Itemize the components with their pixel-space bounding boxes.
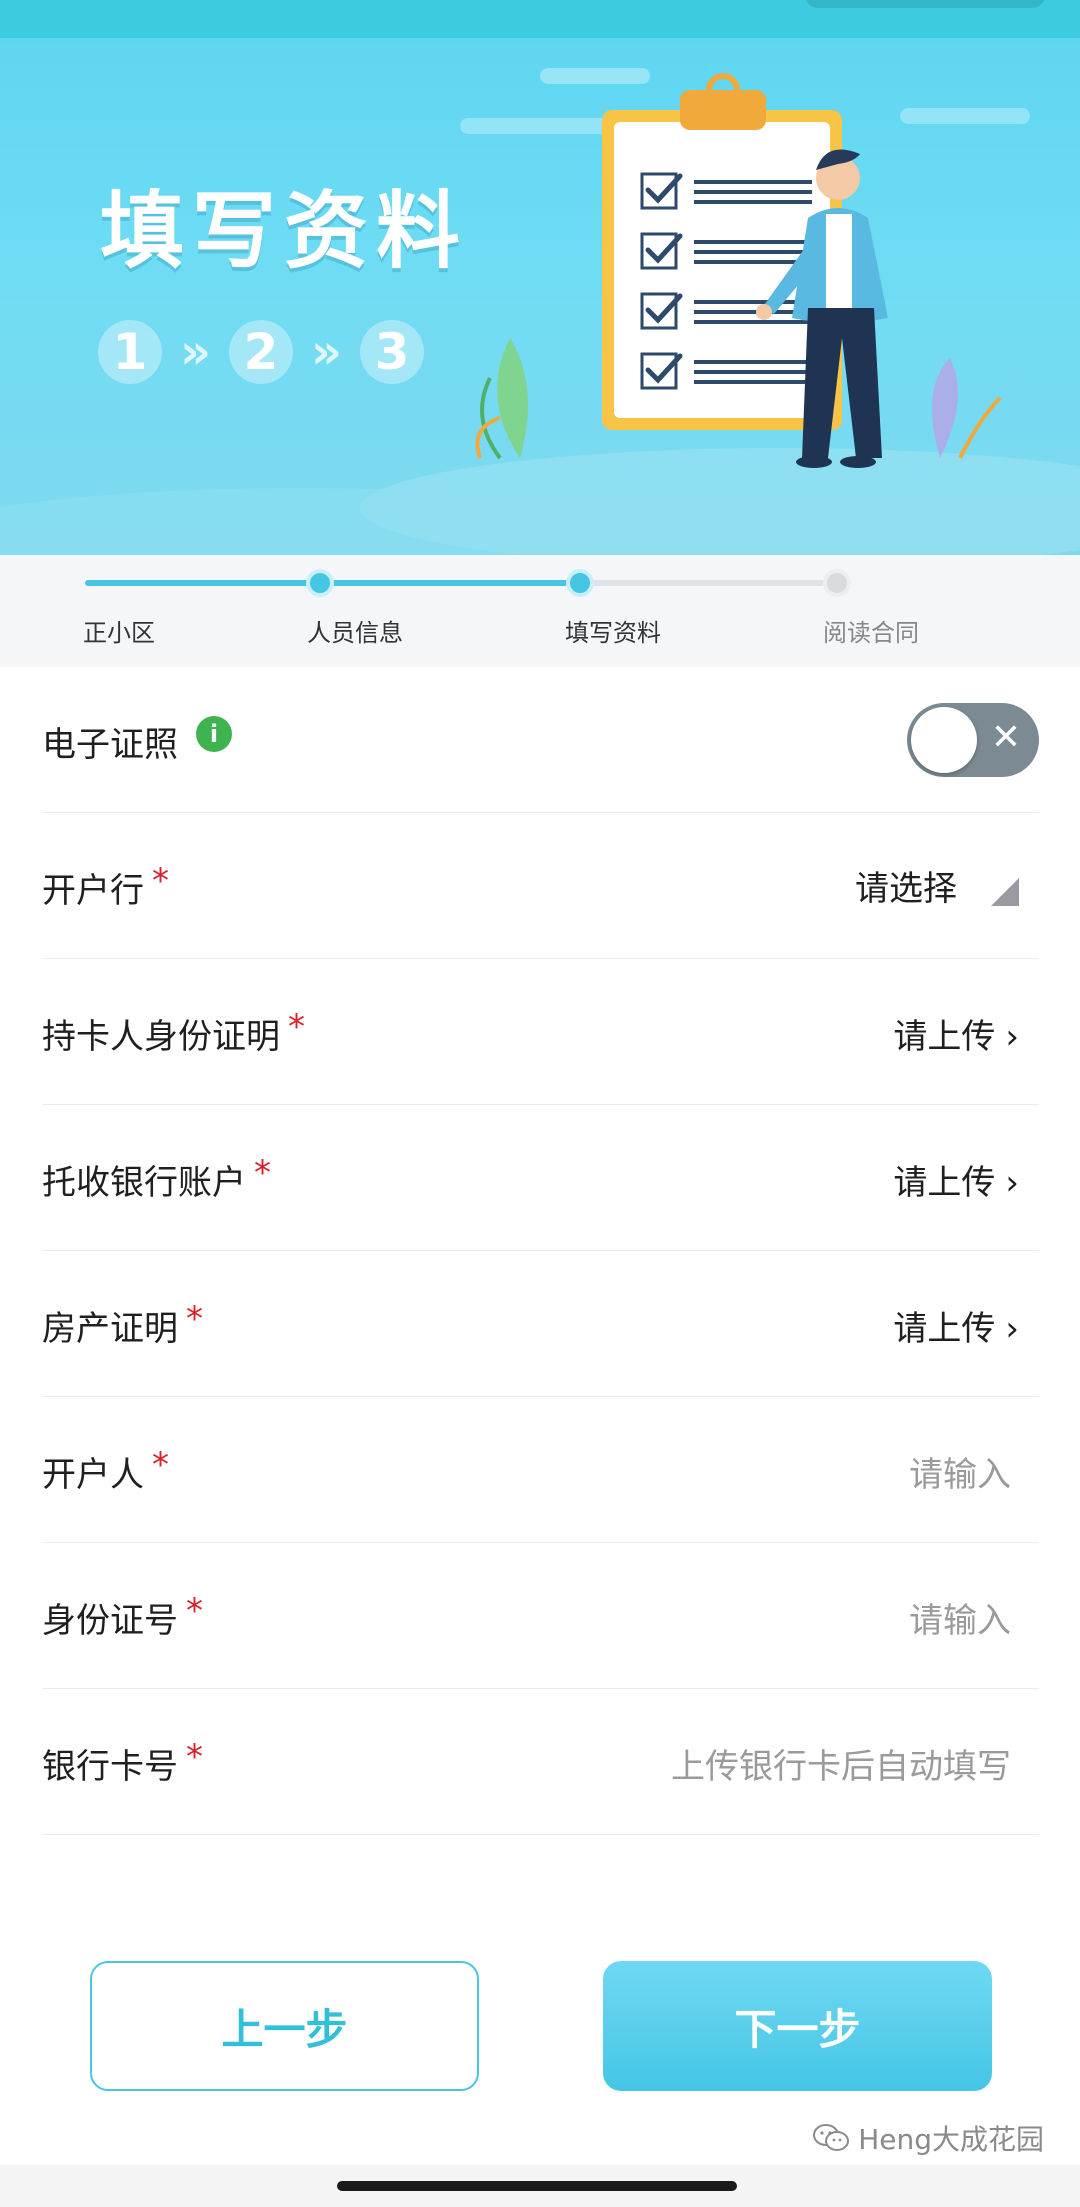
close-icon: ✕ (990, 717, 1021, 758)
holder-id-upload-label: 请上传 (893, 1017, 996, 1057)
hero-step-2: 2 (229, 320, 294, 384)
required-mark: * (288, 1007, 305, 1047)
id-number-label: 身份证号 (42, 1601, 178, 1641)
property-proof-label: 房产证明 (42, 1309, 178, 1349)
bank-label: 开户行 (42, 871, 144, 911)
status-pill (805, 0, 1045, 8)
form-row-account-holder: 开户人 * 请输入 (42, 1397, 1039, 1543)
card-number-label: 银行卡号 (42, 1747, 178, 1787)
form-row-property-proof[interactable]: 房产证明 * 请上传 › (42, 1251, 1039, 1397)
chevron-right-icon: › (1005, 1163, 1019, 1203)
hero-step-arrow: » (311, 324, 343, 380)
holder-id-label: 持卡人身份证明 (42, 1017, 280, 1057)
progress-label-2: 人员信息 (307, 619, 403, 647)
hero-illustration (0, 68, 1080, 555)
required-mark: * (254, 1153, 271, 1193)
wechat-icon (813, 2124, 850, 2151)
prev-step-button[interactable]: 上一步 (90, 1961, 479, 2091)
form-row-id-number: 身份证号 * 请输入 (42, 1543, 1039, 1689)
watermark: Heng大成花园 (812, 2118, 1044, 2158)
chevron-right-icon: › (1005, 1017, 1019, 1057)
home-indicator[interactable] (337, 2181, 737, 2191)
id-number-input[interactable]: 请输入 (909, 1593, 1011, 1642)
required-mark: * (186, 1591, 203, 1631)
progress-track-remaining (580, 580, 838, 586)
hero-step-arrow: » (180, 324, 212, 380)
collection-account-upload-label: 请上传 (893, 1163, 996, 1203)
account-holder-input[interactable]: 请输入 (909, 1447, 1011, 1496)
progress-dot-4 (823, 569, 851, 597)
hero-step-3: 3 (360, 320, 425, 384)
hero-banner: 填写资料 1 » 2 » 3 (0, 38, 1080, 555)
form-row-card-number: 银行卡号 * 上传银行卡后自动填写 (42, 1689, 1039, 1835)
bank-select[interactable]: 请选择 (855, 861, 1019, 910)
property-proof-upload[interactable]: 请上传 › (893, 1301, 1019, 1350)
chevron-right-icon: › (1005, 1309, 1019, 1349)
holder-id-upload[interactable]: 请上传 › (893, 1009, 1019, 1058)
progress-label-3: 填写资料 (565, 619, 661, 647)
required-mark: * (186, 1299, 203, 1339)
dropdown-triangle-icon (991, 878, 1019, 906)
required-mark: * (186, 1737, 203, 1777)
progress-label-1: 正小区 (83, 619, 155, 647)
form-row-collection-account[interactable]: 托收银行账户 * 请上传 › (42, 1105, 1039, 1251)
progress-label-4: 阅读合同 (823, 619, 919, 647)
e-license-toggle[interactable]: ✕ (907, 703, 1039, 777)
account-holder-label: 开户人 (42, 1455, 144, 1495)
progress-stepper: 正小区 人员信息 填写资料 阅读合同 (0, 555, 1080, 667)
collection-account-label: 托收银行账户 (42, 1163, 246, 1203)
info-icon[interactable]: i (196, 716, 232, 752)
progress-dot-2 (306, 569, 334, 597)
e-license-label: 电子证照 (42, 725, 178, 765)
form-row-bank[interactable]: 开户行 * 请选择 (42, 813, 1039, 959)
form-row-holder-id[interactable]: 持卡人身份证明 * 请上传 › (42, 959, 1039, 1105)
hero-title: 填写资料 (100, 182, 469, 280)
property-proof-upload-label: 请上传 (893, 1309, 996, 1349)
bank-select-value: 请选择 (855, 869, 957, 909)
required-mark: * (152, 1445, 169, 1485)
card-number-input[interactable]: 上传银行卡后自动填写 (671, 1739, 1011, 1788)
form-row-e-license: 电子证照 i ✕ (42, 667, 1039, 813)
next-step-button[interactable]: 下一步 (603, 1961, 992, 2091)
status-strip (0, 0, 1080, 38)
toggle-knob (911, 707, 977, 773)
progress-dot-3 (566, 569, 594, 597)
hero-steps: 1 » 2 » 3 (98, 320, 425, 384)
required-mark: * (152, 861, 169, 901)
watermark-text: Heng大成花园 (858, 2123, 1044, 2156)
hero-step-1: 1 (98, 320, 162, 384)
collection-account-upload[interactable]: 请上传 › (893, 1155, 1019, 1204)
